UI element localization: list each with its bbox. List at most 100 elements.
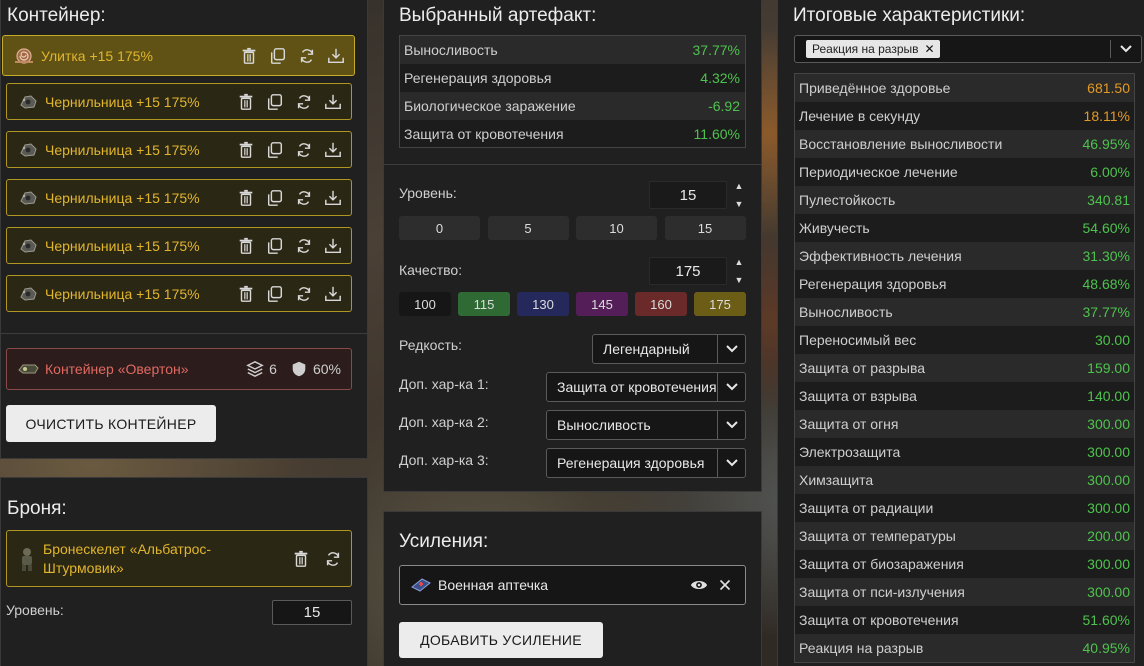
level-preset-button[interactable]: 0 — [399, 216, 480, 240]
boosts-panel: Усиления: Военная аптечка ДОБАВИТЬ УСИЛЕ… — [383, 511, 762, 666]
container-protection: 60% — [312, 361, 341, 377]
stat-row: Регенерация здоровья 4.32% — [400, 64, 745, 92]
copy-icon[interactable] — [265, 284, 285, 304]
trash-icon[interactable] — [236, 92, 256, 112]
refresh-icon[interactable] — [294, 140, 314, 160]
total-stat-row: Защита от биозаражения 300.00 — [795, 550, 1134, 578]
total-stat-value: 300.00 — [1087, 444, 1130, 460]
inkwell-artifact-icon — [17, 285, 39, 303]
container-item[interactable]: Контейнер «Овертон» 6 60% — [6, 348, 352, 390]
trash-icon[interactable] — [236, 140, 256, 160]
shield-icon — [289, 359, 309, 379]
totals-table: Приведённое здоровье 681.50 Лечение в сек… — [794, 73, 1135, 663]
total-stat-row: Защита от огня 300.00 — [795, 410, 1134, 438]
artifact-row[interactable]: Чернильница +15 175% — [6, 83, 352, 120]
level-preset-button[interactable]: 5 — [487, 216, 569, 240]
armor-item[interactable]: Бронескелет «Альбатрос-Штурмовик» — [6, 530, 352, 587]
total-stat-value: 140.00 — [1087, 388, 1130, 404]
artifact-row[interactable]: Чернильница +15 175% — [6, 131, 352, 168]
artifact-row[interactable]: Чернильница +15 175% — [6, 179, 352, 216]
stat-row: Выносливость 37.77% — [400, 36, 745, 64]
eye-icon[interactable] — [689, 575, 709, 595]
refresh-icon[interactable] — [294, 236, 314, 256]
artifact-row[interactable]: Чернильница +15 175% — [6, 227, 352, 264]
copy-icon[interactable] — [265, 140, 285, 160]
total-stat-label: Защита от взрыва — [799, 388, 917, 404]
total-stat-row: Защита от температуры 200.00 — [795, 522, 1134, 550]
extra-stat-2-select[interactable]: Выносливость — [546, 410, 746, 440]
quality-input[interactable]: 175 — [649, 257, 727, 285]
armor-level-input[interactable]: 15 — [272, 600, 352, 625]
quality-preset-button[interactable]: 115 — [458, 292, 510, 316]
inkwell-artifact-icon — [17, 189, 39, 207]
boost-name: Военная аптечка — [438, 577, 549, 593]
level-input[interactable]: 15 — [649, 181, 727, 209]
divider — [384, 164, 761, 165]
close-icon[interactable] — [715, 575, 735, 595]
artifact-row[interactable]: Улитка +15 175% — [2, 35, 355, 76]
quality-preset-button[interactable]: 160 — [635, 292, 687, 316]
quality-stepper[interactable]: ▲ ▼ — [731, 257, 747, 285]
armor-panel: Броня: Бронескелет «Альбатрос-Штурмовик»… — [0, 477, 368, 666]
stat-row: Защита от кровотечения 11.60% — [400, 120, 745, 148]
selected-artifact-panel: Выбранный артефакт: Выносливость 37.77% Р… — [383, 0, 762, 492]
download-icon[interactable] — [323, 188, 343, 208]
quality-preset-button[interactable]: 100 — [399, 292, 451, 316]
stat-value: 4.32% — [700, 70, 740, 86]
total-stat-label: Реакция на разрыв — [799, 640, 924, 656]
trash-icon[interactable] — [236, 284, 256, 304]
quality-preset-button[interactable]: 130 — [517, 292, 569, 316]
boosts-title: Усиления: — [399, 531, 489, 552]
chip-remove-icon[interactable]: ✕ — [925, 42, 935, 56]
total-stat-row: Реакция на разрыв 40.95% — [795, 634, 1134, 662]
extra-stat-3-select[interactable]: Регенерация здоровья — [546, 448, 746, 478]
trash-icon[interactable] — [239, 46, 259, 66]
quality-preset-button[interactable]: 175 — [694, 292, 746, 316]
level-preset-button[interactable]: 15 — [664, 216, 746, 240]
refresh-icon[interactable] — [294, 188, 314, 208]
refresh-icon[interactable] — [294, 92, 314, 112]
filter-chip[interactable]: Реакция на разрыв ✕ — [806, 40, 940, 58]
total-stat-row: Периодическое лечение 6.00% — [795, 158, 1134, 186]
extra-stat-1-select[interactable]: Защита от кровотечения — [546, 372, 746, 402]
clear-container-button[interactable]: ОЧИСТИТЬ КОНТЕЙНЕР — [6, 405, 216, 442]
stats-filter-select[interactable]: Реакция на разрыв ✕ — [794, 35, 1142, 63]
boost-item[interactable]: Военная аптечка — [399, 565, 746, 605]
trash-icon[interactable] — [236, 236, 256, 256]
level-preset-button[interactable]: 10 — [576, 216, 657, 240]
extra-stat-2-value: Выносливость — [557, 417, 651, 433]
inkwell-artifact-icon — [17, 93, 39, 111]
refresh-icon[interactable] — [323, 549, 343, 569]
download-icon[interactable] — [326, 46, 346, 66]
total-stat-row: Живучесть 54.60% — [795, 214, 1134, 242]
rarity-label: Редкость: — [399, 337, 463, 353]
total-stat-value: 300.00 — [1087, 472, 1130, 488]
download-icon[interactable] — [323, 140, 343, 160]
total-stat-label: Восстановление выносливости — [799, 136, 1003, 152]
copy-icon[interactable] — [265, 188, 285, 208]
level-stepper[interactable]: ▲ ▼ — [731, 181, 747, 209]
artifact-row[interactable]: Чернильница +15 175% — [6, 275, 352, 312]
total-stat-value: 18.11% — [1083, 108, 1130, 124]
total-stat-value: 340.81 — [1087, 192, 1130, 208]
copy-icon[interactable] — [265, 92, 285, 112]
total-stat-row: Лечение в секунду 18.11% — [795, 102, 1134, 130]
chevron-down-icon[interactable] — [1111, 45, 1141, 53]
rarity-select[interactable]: Легендарный — [592, 334, 746, 364]
download-icon[interactable] — [323, 236, 343, 256]
refresh-icon[interactable] — [294, 284, 314, 304]
refresh-icon[interactable] — [297, 46, 317, 66]
total-stat-label: Защита от радиации — [799, 500, 934, 516]
trash-icon[interactable] — [291, 549, 311, 569]
download-icon[interactable] — [323, 92, 343, 112]
download-icon[interactable] — [323, 284, 343, 304]
quality-preset-button[interactable]: 145 — [576, 292, 628, 316]
copy-icon[interactable] — [268, 46, 288, 66]
chevron-down-icon — [717, 411, 745, 439]
copy-icon[interactable] — [265, 236, 285, 256]
container-device-icon — [17, 360, 39, 378]
inkwell-artifact-icon — [17, 141, 39, 159]
total-stat-row: Защита от разрыва 159.00 — [795, 354, 1134, 382]
add-boost-button[interactable]: ДОБАВИТЬ УСИЛЕНИЕ — [399, 622, 603, 658]
trash-icon[interactable] — [236, 188, 256, 208]
